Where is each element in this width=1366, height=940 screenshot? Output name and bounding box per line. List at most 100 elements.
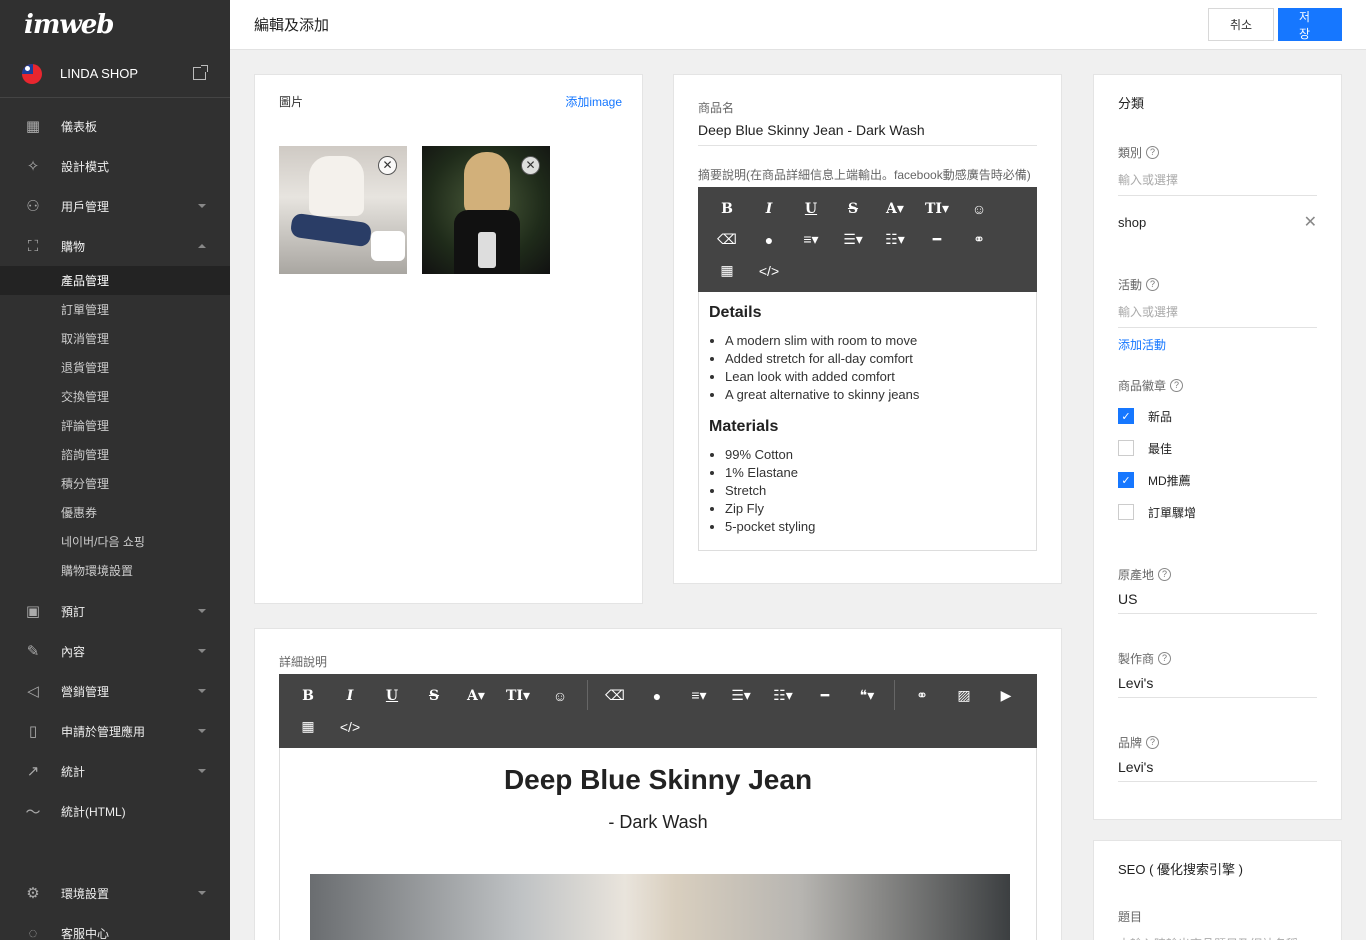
ordered-list-icon[interactable]: ☰▾	[720, 683, 762, 708]
font-size-icon[interactable]: TI▾	[916, 196, 958, 221]
emoji-icon[interactable]: ☺	[539, 683, 581, 708]
help-icon[interactable]: ?	[1170, 379, 1184, 392]
product-name-input[interactable]: Deep Blue Skinny Jean - Dark Wash	[698, 116, 1037, 146]
origin-input[interactable]: US	[1118, 583, 1317, 614]
image-icon[interactable]: ▨	[943, 683, 985, 708]
brand-input[interactable]: Levi's	[1118, 751, 1317, 782]
help-icon[interactable]: ?	[1158, 652, 1172, 665]
quote-icon[interactable]: ❝▾	[846, 683, 888, 708]
bullet-list-icon[interactable]: ☷▾	[874, 227, 916, 252]
sidebar-sub-product-management[interactable]: 產品管理	[0, 266, 230, 295]
strikethrough-icon[interactable]: S	[832, 196, 874, 221]
sidebar-item-mobile-app[interactable]: ▯ 申請於管理應用	[0, 711, 230, 751]
code-icon[interactable]: </>	[748, 258, 790, 283]
code-icon[interactable]: </>	[329, 714, 371, 739]
badge-best-checkbox[interactable]: 最佳	[1118, 432, 1317, 464]
sidebar-sub-inquiries[interactable]: 諮詢管理	[0, 440, 230, 469]
sidebar-item-support[interactable]: ◌ 客服中心	[0, 913, 230, 940]
category-title: 分類	[1118, 96, 1145, 111]
checkbox-unchecked[interactable]	[1118, 504, 1134, 520]
link-icon[interactable]: ⚭	[901, 683, 943, 708]
sidebar-item-statistics-html[interactable]: 〜 統計(HTML)	[0, 791, 230, 831]
font-color-icon[interactable]: A▾	[874, 196, 916, 221]
sidebar-sub-coupons[interactable]: 優惠券	[0, 498, 230, 527]
cancel-button[interactable]: 취소	[1208, 8, 1274, 41]
product-thumbnail[interactable]: ✕	[279, 146, 407, 274]
link-icon[interactable]: ⚭	[958, 227, 1000, 252]
font-size-icon[interactable]: TI▾	[497, 683, 539, 708]
horizontal-rule-icon[interactable]: ━	[804, 683, 846, 708]
sidebar-sub-naver-shopping[interactable]: 네이버/다음 쇼핑	[0, 527, 230, 556]
sidebar-sub-returns[interactable]: 退貨管理	[0, 353, 230, 382]
video-icon[interactable]: ▶	[985, 683, 1027, 708]
sidebar-sub-orders[interactable]: 訂單管理	[0, 295, 230, 324]
sidebar-item-booking[interactable]: ▣ 預訂	[0, 591, 230, 631]
horizontal-rule-icon[interactable]: ━	[916, 227, 958, 252]
sidebar-sub-exchanges[interactable]: 交換管理	[0, 382, 230, 411]
summary-editor[interactable]: Details A modern slim with room to move …	[698, 292, 1037, 551]
sidebar-item-users[interactable]: ⚇ 用戶管理	[0, 186, 230, 226]
help-icon[interactable]: ?	[1146, 736, 1160, 749]
save-button[interactable]: 저장	[1278, 8, 1342, 41]
ordered-list-icon[interactable]: ☰▾	[832, 227, 874, 252]
italic-icon[interactable]: I	[748, 196, 790, 221]
bold-icon[interactable]: B	[706, 196, 748, 221]
emoji-icon[interactable]: ☺	[958, 196, 1000, 221]
table-icon[interactable]: ▦	[706, 258, 748, 283]
remove-image-icon[interactable]: ✕	[521, 156, 540, 175]
align-icon[interactable]: ≡▾	[790, 227, 832, 252]
maker-input[interactable]: Levi's	[1118, 667, 1317, 698]
sidebar-sub-points[interactable]: 積分管理	[0, 469, 230, 498]
font-color-icon[interactable]: A▾	[455, 683, 497, 708]
checkbox-unchecked[interactable]	[1118, 440, 1134, 456]
strikethrough-icon[interactable]: S	[413, 683, 455, 708]
help-icon[interactable]: ?	[1146, 278, 1160, 291]
ink-drop-icon[interactable]: ●	[748, 227, 790, 252]
help-icon[interactable]: ?	[1158, 568, 1172, 581]
product-thumbnail[interactable]: ✕	[422, 146, 550, 274]
close-icon[interactable]: ✕	[1304, 212, 1317, 232]
page-title: 編輯及添加	[254, 17, 330, 34]
table-icon[interactable]: ▦	[287, 714, 329, 739]
sidebar-item-shopping[interactable]: ⛶ 購物	[0, 226, 230, 266]
underline-icon[interactable]: U	[790, 196, 832, 221]
eraser-icon[interactable]: ⌫	[594, 683, 636, 708]
sidebar: imweb LINDA SHOP ▦ 儀表板 ✧ 設計模式 ⚇ 用戶管理 ⛶ 購…	[0, 0, 230, 940]
seo-title-input[interactable]: 未輸入時輸出商品題目及網站名稱	[1118, 929, 1317, 940]
badge-hot-checkbox[interactable]: 訂單驟增	[1118, 496, 1317, 528]
help-icon[interactable]: ?	[1146, 146, 1160, 159]
chevron-down-icon	[198, 609, 206, 613]
sidebar-sub-reviews[interactable]: 評論管理	[0, 411, 230, 440]
remove-image-icon[interactable]: ✕	[378, 156, 397, 175]
shop-selector[interactable]: LINDA SHOP	[0, 50, 230, 98]
sidebar-item-settings[interactable]: ⚙ 環境設置	[0, 873, 230, 913]
add-event-link[interactable]: 添加活動	[1118, 336, 1317, 353]
add-image-link[interactable]: 添加image	[565, 93, 622, 110]
sidebar-item-content[interactable]: ✎ 內容	[0, 631, 230, 671]
event-input[interactable]: 輸入或選擇	[1118, 297, 1317, 328]
align-icon[interactable]: ≡▾	[678, 683, 720, 708]
imweb-logo[interactable]: imweb	[0, 0, 230, 50]
eraser-icon[interactable]: ⌫	[706, 227, 748, 252]
sidebar-item-marketing[interactable]: ◁ 營銷管理	[0, 671, 230, 711]
sidebar-sub-cancellations[interactable]: 取消管理	[0, 324, 230, 353]
detail-editor[interactable]: Deep Blue Skinny Jean - Dark Wash	[279, 748, 1037, 940]
sidebar-item-statistics[interactable]: ↗ 統計	[0, 751, 230, 791]
italic-icon[interactable]: I	[329, 683, 371, 708]
badge-md-pick-checkbox[interactable]: ✓ MD推薦	[1118, 464, 1317, 496]
class-input[interactable]: 輸入或選擇	[1118, 165, 1317, 196]
sidebar-item-design-mode[interactable]: ✧ 設計模式	[0, 146, 230, 186]
ink-drop-icon[interactable]: ●	[636, 683, 678, 708]
external-link-icon[interactable]	[193, 65, 208, 80]
badge-new-checkbox[interactable]: ✓ 新品	[1118, 400, 1317, 432]
sidebar-item-dashboard[interactable]: ▦ 儀表板	[0, 106, 230, 146]
bullet-list-icon[interactable]: ☷▾	[762, 683, 804, 708]
bold-icon[interactable]: B	[287, 683, 329, 708]
checkbox-checked[interactable]: ✓	[1118, 408, 1134, 424]
underline-icon[interactable]: U	[371, 683, 413, 708]
chevron-down-icon	[198, 891, 206, 895]
summary-heading-details: Details	[709, 304, 762, 321]
sidebar-sub-shop-settings[interactable]: 購物環境設置	[0, 556, 230, 585]
checkbox-checked[interactable]: ✓	[1118, 472, 1134, 488]
megaphone-icon: ◁	[27, 683, 39, 700]
